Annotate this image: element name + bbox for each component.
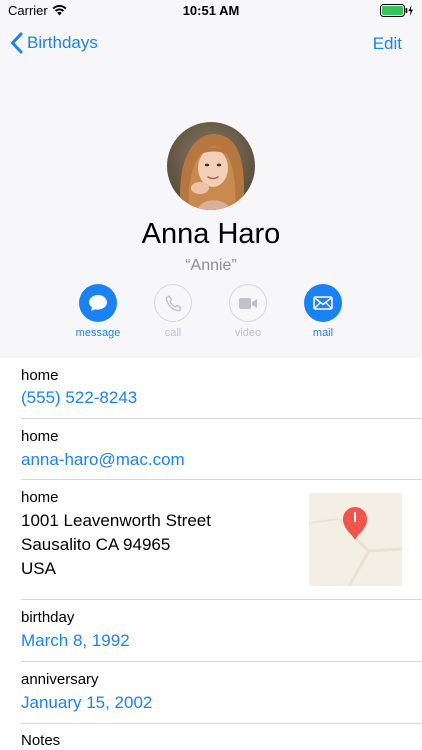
anniversary-value[interactable]: January 15, 2002 [21, 693, 152, 713]
back-button-label: Birthdays [27, 33, 98, 52]
notes-label: Notes [21, 732, 61, 749]
contact-header: Anna Haro “Annie” message call video mai… [0, 66, 422, 358]
email-row[interactable]: home anna-haro@mac.com [21, 419, 422, 480]
birthday-label: birthday [21, 609, 75, 626]
chevron-left-icon [11, 32, 23, 54]
mail-button[interactable]: mail [293, 284, 353, 339]
anniversary-row[interactable]: anniversary January 15, 2002 [21, 662, 422, 724]
battery-charging-icon [380, 4, 414, 22]
map-thumbnail[interactable] [309, 493, 402, 586]
video-camera-icon [229, 284, 267, 322]
address-row[interactable]: home 1001 Leavenworth Street Sausalito C… [21, 480, 422, 600]
video-button[interactable]: video [218, 284, 278, 339]
notes-row[interactable]: Notes [21, 724, 422, 750]
call-label: call [164, 327, 182, 339]
navigation-bar: Birthdays Edit [0, 22, 422, 66]
contact-nickname: “Annie” [185, 257, 237, 274]
address-line-1: 1001 Leavenworth Street [21, 511, 211, 530]
message-label: message [75, 327, 121, 339]
message-icon [79, 284, 117, 322]
phone-label: home [21, 367, 59, 384]
mail-icon [304, 284, 342, 322]
message-button[interactable]: message [68, 284, 128, 339]
anniversary-label: anniversary [21, 671, 99, 688]
email-label: home [21, 428, 59, 445]
phone-row[interactable]: home (555) 522-8243 [21, 358, 422, 419]
address-label: home [21, 489, 59, 506]
call-button[interactable]: call [143, 284, 203, 339]
birthday-value[interactable]: March 8, 1992 [21, 631, 130, 651]
phone-icon [154, 284, 192, 322]
status-time: 10:51 AM [182, 3, 240, 18]
back-button[interactable]: Birthdays [10, 32, 98, 54]
edit-button[interactable]: Edit [373, 34, 402, 54]
address-line-2: Sausalito CA 94965 [21, 535, 171, 554]
phone-value[interactable]: (555) 522-8243 [21, 388, 137, 408]
email-value[interactable]: anna-haro@mac.com [21, 450, 185, 470]
contact-name: Anna Haro [141, 218, 281, 250]
mail-label: mail [312, 327, 334, 339]
avatar [167, 122, 255, 210]
birthday-row[interactable]: birthday March 8, 1992 [21, 600, 422, 662]
video-label: video [234, 327, 262, 339]
status-bar: Carrier 10:51 AM [0, 0, 422, 22]
address-line-3: USA [21, 559, 56, 578]
